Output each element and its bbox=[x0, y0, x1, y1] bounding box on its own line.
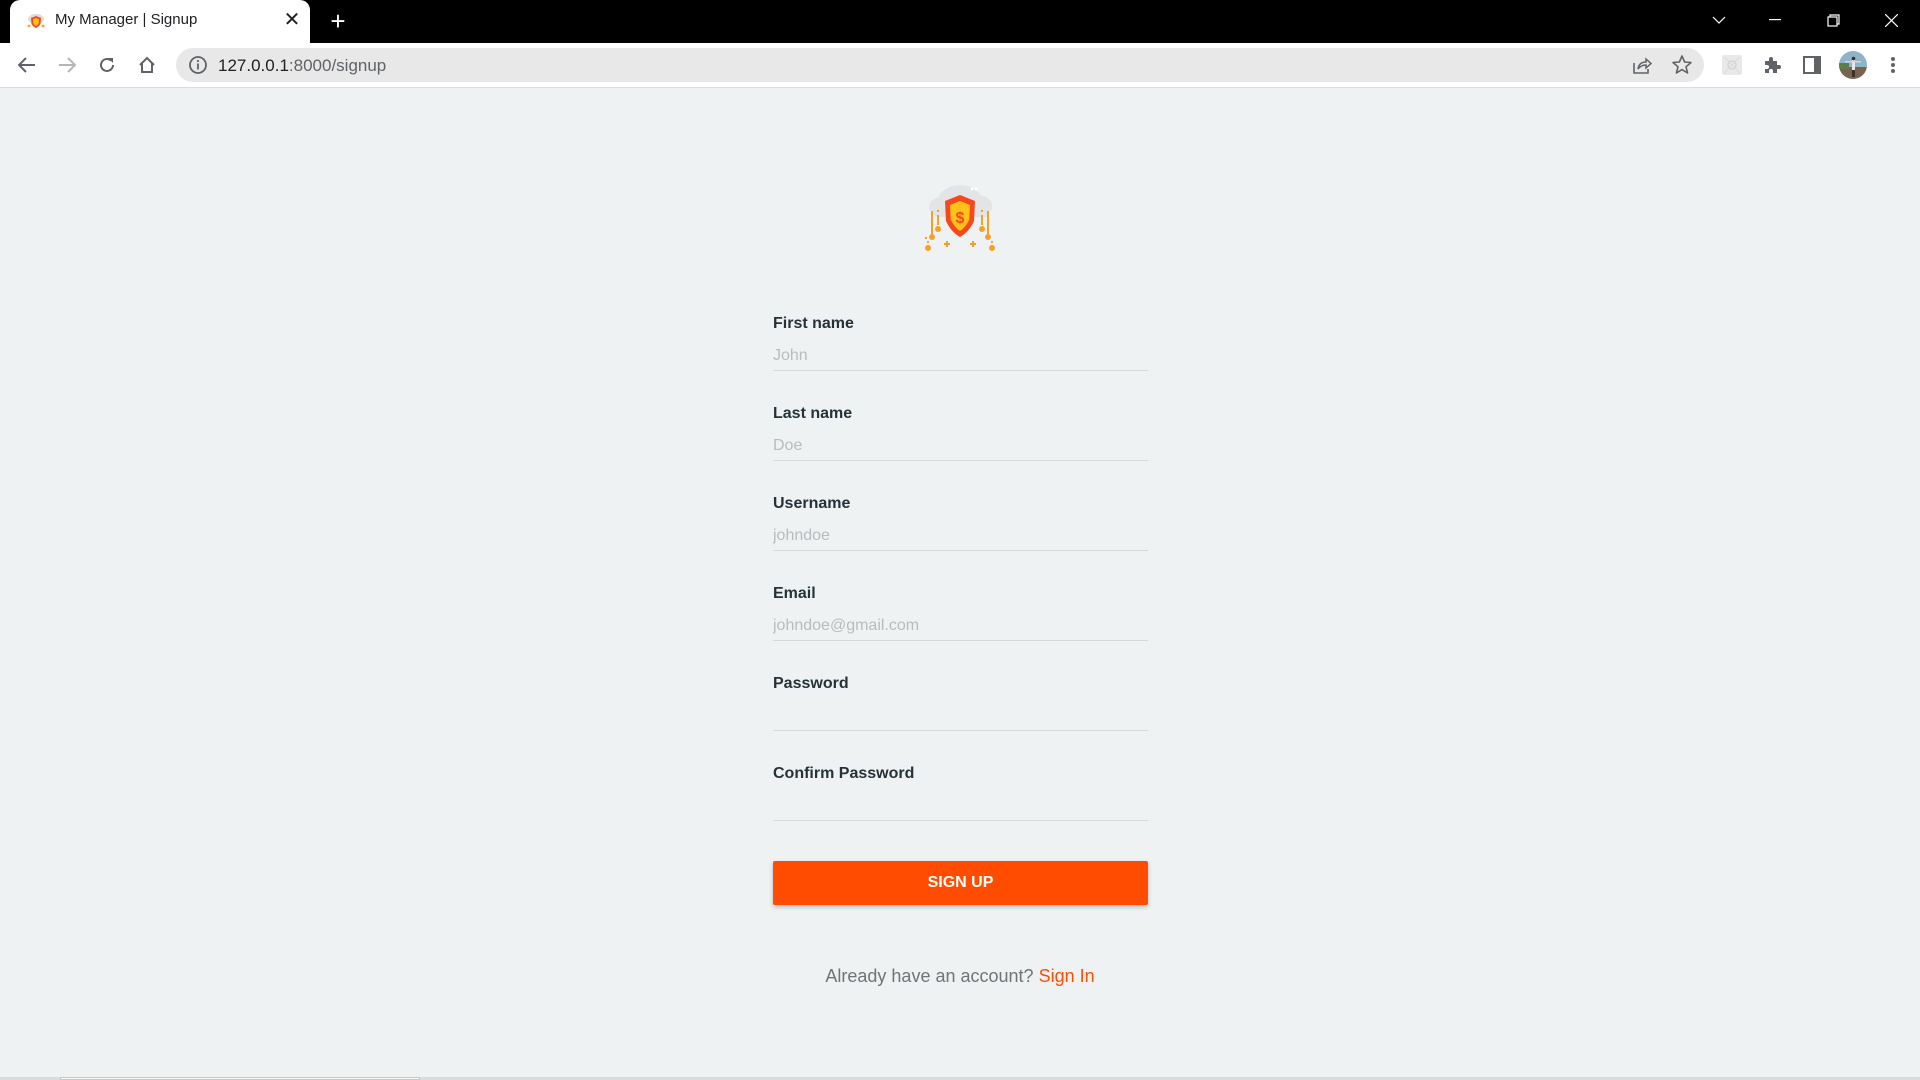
star-icon[interactable] bbox=[1671, 54, 1693, 76]
url-text[interactable]: 127.0.0.1:8000/signup bbox=[218, 56, 386, 76]
sidebar-icon[interactable] bbox=[1796, 49, 1828, 81]
username-field: Username bbox=[773, 495, 1148, 585]
browser-tab[interactable]: My Manager | Signup ✕ bbox=[10, 0, 310, 43]
signin-prompt-text: Already have an account? bbox=[825, 966, 1034, 986]
signup-page: $ First name Last name Username Email Pa… bbox=[0, 89, 1920, 1080]
last-name-label: Last name bbox=[773, 405, 853, 422]
confirm-password-input[interactable] bbox=[773, 791, 1148, 821]
minimize-icon[interactable] bbox=[1752, 4, 1798, 36]
address-bar[interactable]: 127.0.0.1:8000/signup bbox=[176, 48, 1704, 82]
confirm-password-label: Confirm Password bbox=[773, 765, 915, 782]
url-host: 127.0.0.1 bbox=[218, 56, 289, 75]
first-name-label: First name bbox=[773, 315, 854, 332]
profile-avatar[interactable] bbox=[1837, 49, 1869, 81]
svg-text:$: $ bbox=[956, 210, 965, 227]
share-icon[interactable] bbox=[1631, 54, 1653, 76]
restore-icon[interactable] bbox=[1810, 4, 1856, 36]
window-close-icon[interactable] bbox=[1868, 4, 1914, 36]
shield-cloud-favicon bbox=[27, 14, 45, 28]
email-input[interactable] bbox=[773, 611, 1148, 641]
url-path: :8000/signup bbox=[288, 56, 387, 75]
tab-title: My Manager | Signup bbox=[55, 11, 198, 28]
last-name-field: Last name bbox=[773, 405, 1148, 495]
last-name-input[interactable] bbox=[773, 431, 1148, 461]
browser-titlebar: My Manager | Signup ✕ + bbox=[0, 0, 1920, 43]
arrow-left-icon[interactable] bbox=[11, 49, 43, 81]
extension-icon[interactable] bbox=[1716, 49, 1748, 81]
signin-prompt: Already have an account? Sign In bbox=[0, 966, 1920, 987]
sign-in-link[interactable]: Sign In bbox=[1039, 966, 1095, 986]
shield-dollar-cloud-logo: $ bbox=[925, 185, 995, 251]
password-field: Password bbox=[773, 675, 1148, 765]
first-name-field: First name bbox=[773, 315, 1148, 405]
plus-icon[interactable]: + bbox=[324, 8, 352, 36]
browser-toolbar: 127.0.0.1:8000/signup bbox=[0, 43, 1920, 88]
sign-up-button[interactable]: SIGN UP bbox=[773, 861, 1148, 905]
email-field: Email bbox=[773, 585, 1148, 675]
home-icon[interactable] bbox=[131, 49, 163, 81]
chevron-down-icon[interactable] bbox=[1696, 4, 1742, 36]
first-name-input[interactable] bbox=[773, 341, 1148, 371]
confirm-password-field: Confirm Password bbox=[773, 765, 1148, 855]
password-label: Password bbox=[773, 675, 849, 692]
username-input[interactable] bbox=[773, 521, 1148, 551]
info-icon[interactable] bbox=[188, 55, 208, 75]
arrow-right-icon[interactable] bbox=[51, 49, 83, 81]
kebab-menu-icon[interactable] bbox=[1877, 49, 1909, 81]
email-label: Email bbox=[773, 585, 816, 602]
username-label: Username bbox=[773, 495, 851, 512]
puzzle-icon[interactable] bbox=[1756, 49, 1788, 81]
password-input[interactable] bbox=[773, 701, 1148, 731]
close-icon[interactable]: ✕ bbox=[280, 8, 304, 32]
reload-icon[interactable] bbox=[91, 49, 123, 81]
